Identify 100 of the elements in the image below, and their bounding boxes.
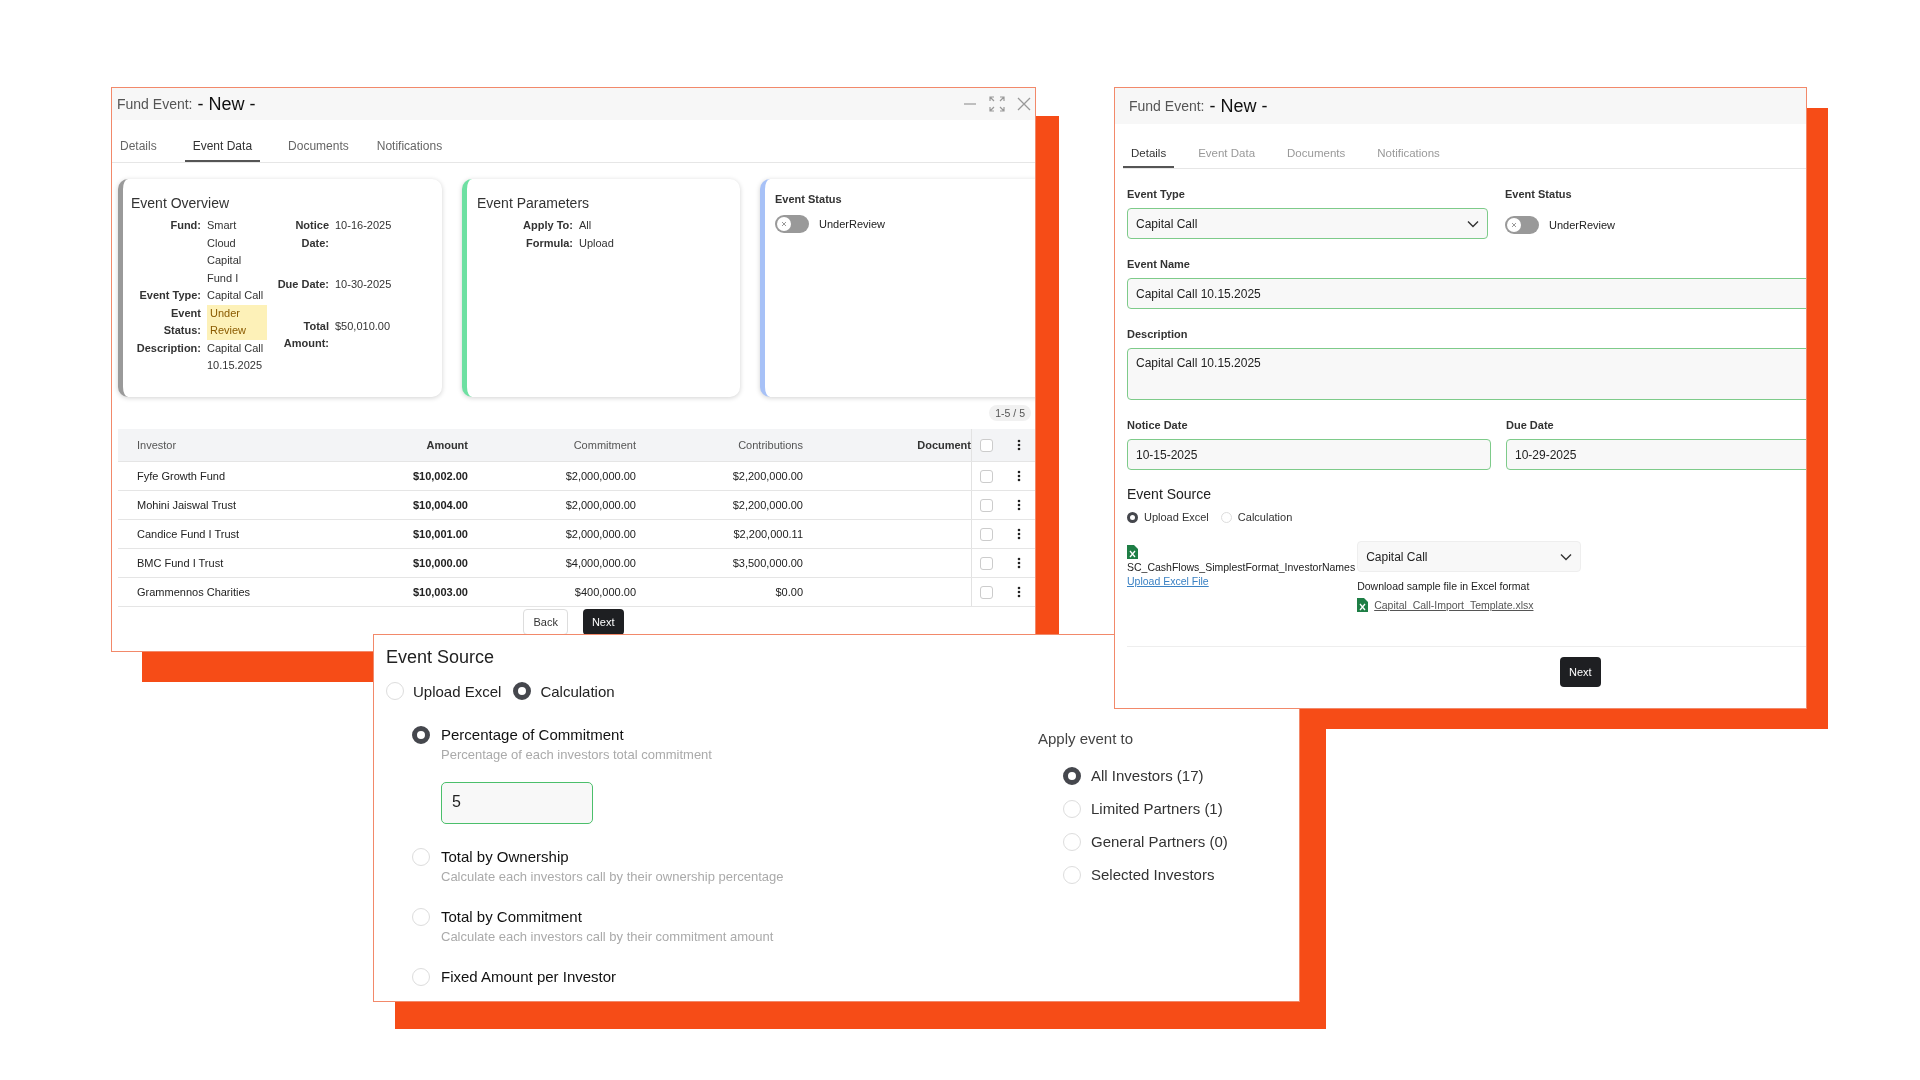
kebab-menu-icon[interactable]	[1016, 586, 1021, 598]
tab[interactable]: Documents	[288, 134, 349, 162]
field-label: Notice Date:	[294, 218, 329, 251]
radio-label: Upload Excel	[1144, 511, 1209, 523]
window-title: - New -	[197, 93, 256, 115]
option-label: Fixed Amount per Investor	[441, 968, 617, 985]
table-cell-text: BMC Fund I Trust	[136, 557, 225, 569]
toggle-switch[interactable]	[1505, 216, 1539, 234]
table-cell-text: $10,003.00	[411, 586, 468, 598]
tab[interactable]: Notifications	[376, 134, 443, 162]
tab[interactable]: Event Data	[184, 134, 261, 162]
section-label: Apply event to	[1038, 730, 1135, 747]
table-cell-text: Mohini Jaiswal Trust	[136, 499, 238, 511]
table-cell-text: Fyfe Growth Fund	[136, 470, 227, 482]
column-header: Document	[916, 439, 971, 451]
field-label: Event Status:	[162, 305, 201, 338]
next-button[interactable]: Next	[582, 609, 624, 635]
event-type-select[interactable]: Capital Call	[1127, 208, 1488, 239]
checkbox[interactable]	[980, 556, 993, 570]
tab[interactable]: Details	[120, 134, 157, 162]
chevron-down-icon	[1467, 219, 1479, 228]
toggle-label: UnderReview	[819, 218, 886, 230]
field-value: Upload	[579, 235, 615, 251]
field-value: Smart Cloud Capital Fund I	[207, 218, 243, 286]
field-label: Description:	[135, 340, 201, 356]
option-label: Percentage of Commitment	[441, 726, 625, 743]
tab[interactable]: Details	[1123, 142, 1175, 168]
checkbox[interactable]	[980, 469, 993, 483]
field-label: Event Status	[1505, 188, 1573, 200]
toggle-switch[interactable]	[775, 215, 809, 233]
checkbox[interactable]	[980, 585, 993, 599]
field-value: $50,010.00	[335, 318, 392, 334]
radio-button[interactable]	[1063, 766, 1081, 785]
field-value: Capital Call 10.15.2025	[207, 340, 265, 373]
field-label: Event Name	[1127, 258, 1191, 270]
radio-button[interactable]	[513, 682, 532, 700]
due-date-input[interactable]: 10-29-2025	[1506, 439, 1806, 470]
checkbox[interactable]	[980, 498, 993, 512]
window-title-label: Fund Event:	[117, 96, 193, 112]
radio-label: All Investors (17)	[1091, 767, 1204, 784]
notice-date-input[interactable]: 10-15-2025	[1127, 439, 1491, 470]
pagination-badge: 1-5 / 5	[989, 405, 1031, 421]
file-name: SC_CashFlows_SimplestFormat_InvestorNames	[1127, 561, 1356, 573]
field-label: Formula:	[524, 235, 573, 251]
description-input[interactable]: Capital Call 10.15.2025	[1127, 348, 1806, 400]
field-label: Apply To:	[522, 218, 573, 233]
window-title-label: Fund Event:	[1129, 98, 1205, 114]
field-value: 10-16-2025	[335, 218, 393, 233]
close-icon[interactable]	[1017, 97, 1031, 111]
template-select[interactable]: Capital Call	[1357, 541, 1582, 572]
back-button[interactable]: Back	[523, 609, 568, 635]
radio-label: Limited Partners (1)	[1091, 800, 1223, 817]
window-title: - New -	[1209, 95, 1268, 117]
column-header: Amount	[425, 439, 468, 451]
expand-icon[interactable]	[989, 96, 1005, 112]
field-value: All	[579, 218, 593, 233]
column-header: Investor	[136, 439, 178, 451]
option-description: Calculate each investors call by their ownership percentage	[441, 869, 784, 884]
template-link[interactable]: Capital_Call-Import_Template.xlsx	[1374, 599, 1534, 611]
field-value: Under Review	[207, 304, 267, 340]
x-mark-icon	[1511, 222, 1517, 228]
upload-link[interactable]: Upload Excel File	[1127, 575, 1209, 587]
table-cell-text: $2,200,000.00	[731, 470, 803, 482]
kebab-menu-icon[interactable]	[1016, 499, 1021, 511]
card-title: Event Overview	[131, 195, 231, 211]
option-label: Total by Commitment	[441, 908, 583, 925]
radio-label: Calculation	[1237, 511, 1293, 523]
table-cell-text: $10,002.00	[411, 470, 468, 482]
table-cell-text: $2,200,000.00	[731, 499, 803, 511]
table-cell-text: $10,000.00	[411, 557, 468, 569]
radio-button[interactable]	[412, 726, 430, 744]
table-cell-text: $3,500,000.00	[731, 557, 803, 569]
kebab-menu-icon[interactable]	[1016, 470, 1021, 482]
section-heading: Event Source	[1127, 486, 1213, 502]
section-heading: Event Source	[386, 647, 496, 668]
spreadsheet-file-icon	[1357, 598, 1369, 612]
field-label: Event Type	[1127, 188, 1186, 200]
chevron-down-icon	[1560, 552, 1573, 561]
checkbox[interactable]	[980, 438, 993, 452]
spreadsheet-file-icon	[1127, 545, 1138, 559]
kebab-menu-icon[interactable]	[1016, 439, 1021, 451]
table-cell-text: $10,001.00	[411, 528, 468, 540]
table-cell-text: Candice Fund I Trust	[136, 528, 241, 540]
radio-button[interactable]	[1127, 511, 1138, 523]
table-cell-text: $2,000,000.00	[564, 499, 636, 511]
field-label: Due Date:	[276, 277, 329, 292]
kebab-menu-icon[interactable]	[1016, 557, 1021, 569]
field-label: Total Amount:	[282, 318, 329, 351]
event-name-input[interactable]: Capital Call 10.15.2025	[1127, 278, 1806, 309]
table-cell-text: $10,004.00	[411, 499, 468, 511]
table-cell-text: $4,000,000.00	[564, 557, 636, 569]
radio-label: Upload Excel	[413, 682, 502, 700]
percentage-input[interactable]: 5	[441, 782, 593, 824]
checkbox[interactable]	[980, 527, 993, 541]
next-button[interactable]: Next	[1560, 657, 1601, 687]
field-label: Notice Date	[1127, 419, 1189, 431]
field-value: 10-30-2025	[335, 277, 393, 292]
kebab-menu-icon[interactable]	[1016, 528, 1021, 540]
field-label: Fund:	[169, 218, 201, 233]
option-label: Total by Ownership	[441, 848, 570, 865]
